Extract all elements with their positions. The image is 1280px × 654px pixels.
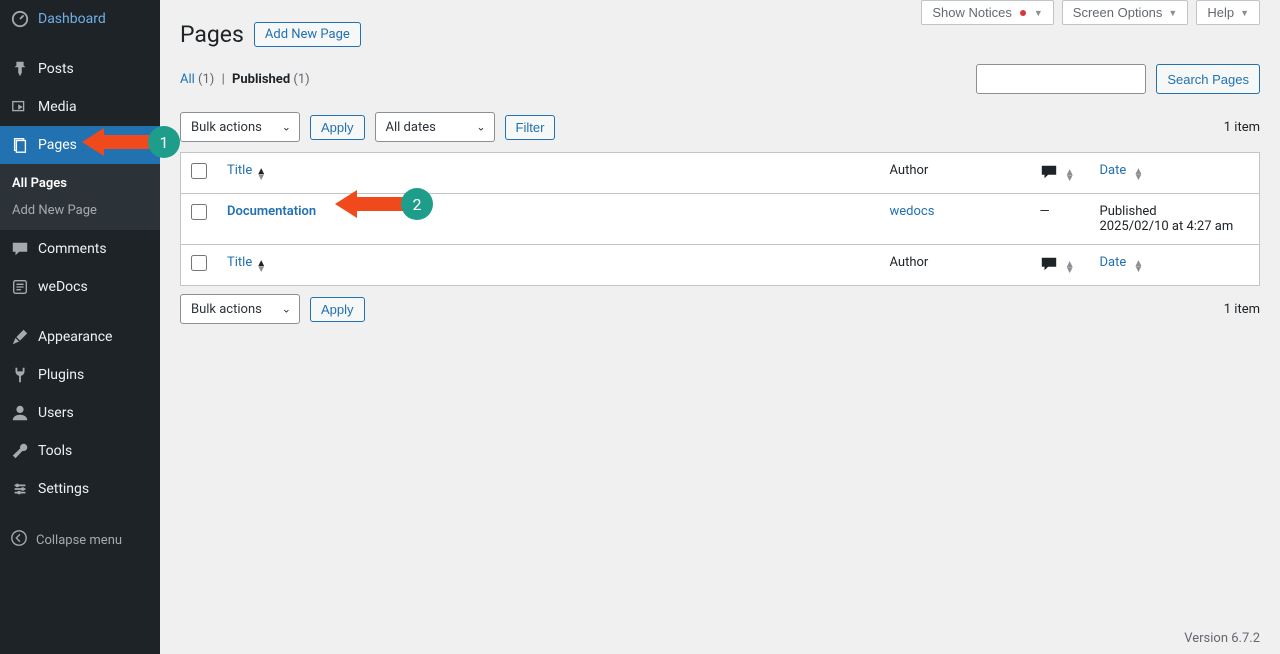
sidebar-label: Appearance <box>38 329 112 345</box>
sidebar-label: Media <box>38 99 77 115</box>
chevron-down-icon: ⌄ <box>282 121 291 134</box>
chevron-down-icon: ⌄ <box>476 121 485 134</box>
brush-icon <box>10 327 30 347</box>
sidebar-item-comments[interactable]: Comments <box>0 230 160 268</box>
settings-icon <box>10 479 30 499</box>
sidebar-item-users[interactable]: Users <box>0 394 160 432</box>
select-all-checkbox-top[interactable] <box>191 163 207 179</box>
notice-indicator-icon <box>1020 10 1026 16</box>
screen-options-label: Screen Options <box>1073 5 1163 20</box>
help-label: Help <box>1207 5 1234 20</box>
row-comments: — <box>1030 194 1090 245</box>
show-notices-button[interactable]: Show Notices ▼ <box>921 0 1053 25</box>
page-title: Pages <box>180 21 244 48</box>
comments-column-icon[interactable] <box>1040 164 1058 179</box>
chevron-down-icon: ▼ <box>1168 8 1177 18</box>
bulk-actions-select-bottom[interactable]: Bulk actions ⌄ <box>180 294 300 324</box>
chevron-down-icon: ▼ <box>1034 8 1043 18</box>
sidebar-label: Settings <box>38 481 89 497</box>
view-published-count: (1) <box>293 72 309 87</box>
plug-icon <box>10 365 30 385</box>
comment-icon <box>10 239 30 259</box>
sidebar-item-posts[interactable]: Posts <box>0 50 160 88</box>
wp-version: Version 6.7.2 <box>1184 631 1260 646</box>
screen-options-button[interactable]: Screen Options ▼ <box>1062 0 1189 25</box>
column-date-sort-bottom[interactable]: Date <box>1100 255 1127 270</box>
sidebar-label: Plugins <box>38 367 84 383</box>
search-pages-button[interactable]: Search Pages <box>1156 64 1260 94</box>
sidebar-item-settings[interactable]: Settings <box>0 470 160 508</box>
sidebar-item-plugins[interactable]: Plugins <box>0 356 160 394</box>
collapse-menu[interactable]: Collapse menu <box>0 520 160 560</box>
search-input[interactable] <box>976 64 1146 94</box>
list-views: All (1) | Published (1) <box>180 72 310 87</box>
collapse-label: Collapse menu <box>36 533 122 548</box>
sidebar-item-appearance[interactable]: Appearance <box>0 318 160 356</box>
user-icon <box>10 403 30 423</box>
row-checkbox[interactable] <box>191 204 207 220</box>
view-all-count: (1) <box>198 72 214 87</box>
apply-button-bottom[interactable]: Apply <box>310 297 365 322</box>
sort-indicator-icon: ▲▼ <box>256 169 266 181</box>
items-count-bottom: 1 item <box>1224 302 1260 317</box>
sidebar-label: Tools <box>38 443 72 459</box>
items-count-top: 1 item <box>1224 120 1260 135</box>
main-content: Show Notices ▼ Screen Options ▼ Help ▼ P… <box>160 0 1280 654</box>
sidebar-label: Users <box>38 405 74 421</box>
submenu-item-add-new-page[interactable]: Add New Page <box>0 197 160 224</box>
sort-indicator-icon: ▲▼ <box>1133 169 1143 181</box>
sort-indicator-icon: ▲▼ <box>1133 261 1143 273</box>
pages-icon <box>10 135 30 155</box>
sort-indicator-icon: ▲▼ <box>1065 170 1075 182</box>
admin-sidebar: Dashboard Posts Media Pages All Pages Ad… <box>0 0 160 654</box>
select-all-checkbox-bottom[interactable] <box>191 255 207 271</box>
wedocs-icon <box>10 277 30 297</box>
apply-button-top[interactable]: Apply <box>310 115 365 140</box>
dashboard-icon <box>10 9 30 29</box>
column-date-sort[interactable]: Date <box>1100 163 1127 178</box>
row-date: Published 2025/02/10 at 4:27 am <box>1090 194 1260 245</box>
sort-indicator-icon: ▲▼ <box>1065 262 1075 274</box>
sidebar-label: Posts <box>38 61 74 77</box>
sidebar-item-wedocs[interactable]: weDocs <box>0 268 160 306</box>
help-button[interactable]: Help ▼ <box>1196 0 1260 25</box>
date-filter-select[interactable]: All dates ⌄ <box>375 112 495 142</box>
add-new-page-button[interactable]: Add New Page <box>254 22 361 47</box>
sidebar-item-pages[interactable]: Pages <box>0 126 160 164</box>
sidebar-label: Pages <box>38 137 77 153</box>
comments-column-icon[interactable] <box>1040 256 1058 271</box>
sidebar-item-dashboard[interactable]: Dashboard <box>0 0 160 38</box>
view-published-label: Published <box>232 72 290 87</box>
column-title-sort[interactable]: Title <box>227 163 252 178</box>
media-icon <box>10 97 30 117</box>
sidebar-item-tools[interactable]: Tools <box>0 432 160 470</box>
show-notices-label: Show Notices <box>932 5 1011 20</box>
sidebar-submenu-pages: All Pages Add New Page <box>0 164 160 230</box>
sidebar-item-media[interactable]: Media <box>0 88 160 126</box>
chevron-down-icon: ▼ <box>1240 8 1249 18</box>
wrench-icon <box>10 441 30 461</box>
bulk-actions-select[interactable]: Bulk actions ⌄ <box>180 112 300 142</box>
pin-icon <box>10 59 30 79</box>
chevron-down-icon: ⌄ <box>282 303 291 316</box>
pages-table: Title ▲▼ Author ▲▼ Date ▲▼ Documentation … <box>180 152 1260 286</box>
filter-button[interactable]: Filter <box>505 115 556 140</box>
submenu-item-all-pages[interactable]: All Pages <box>0 170 160 197</box>
column-author: Author <box>880 153 1030 194</box>
sidebar-label: Comments <box>38 241 107 257</box>
table-row: Documentation wedocs — Published 2025/02… <box>181 194 1260 245</box>
column-title-sort-bottom[interactable]: Title <box>227 255 252 270</box>
collapse-icon <box>10 529 28 551</box>
column-author-bottom: Author <box>880 245 1030 286</box>
sidebar-label: Dashboard <box>38 11 106 27</box>
sort-indicator-icon: ▲▼ <box>256 261 266 273</box>
view-all-link[interactable]: All <box>180 72 195 87</box>
row-title-link[interactable]: Documentation <box>227 204 316 219</box>
row-author-link[interactable]: wedocs <box>890 204 935 219</box>
sidebar-label: weDocs <box>38 279 88 295</box>
